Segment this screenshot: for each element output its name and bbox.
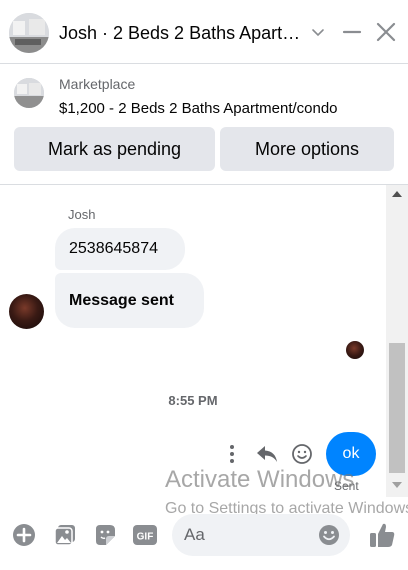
message-composer[interactable] [172, 514, 350, 556]
emoji-icon[interactable] [290, 441, 314, 467]
scroll-down-arrow[interactable] [392, 482, 402, 488]
scroll-up-arrow[interactable] [392, 191, 402, 197]
like-icon[interactable] [367, 520, 397, 550]
sender-name: Josh [68, 207, 96, 222]
more-options-button[interactable]: More options [220, 127, 394, 171]
message-input[interactable] [184, 514, 304, 556]
divider [0, 184, 408, 185]
scrollbar-thumb[interactable] [389, 343, 405, 473]
chat-header: Josh · 2 Beds 2 Baths Apartment/condo [0, 0, 408, 64]
gif-icon[interactable]: GIF [132, 522, 158, 548]
read-receipt-avatar [346, 341, 364, 359]
composer-emoji-icon[interactable] [318, 524, 340, 546]
mark-as-pending-button[interactable]: Mark as pending [14, 127, 215, 171]
minimize-icon[interactable] [340, 20, 364, 44]
incoming-message[interactable]: 2538645874 [55, 228, 185, 270]
svg-text:GIF: GIF [137, 532, 154, 543]
message-text: Message sent [69, 291, 174, 309]
activate-windows-watermark: Activate Windows [165, 466, 355, 493]
sticker-icon[interactable] [92, 522, 118, 548]
listing-thumbnail[interactable] [14, 78, 44, 108]
chevron-down-icon[interactable] [306, 20, 330, 44]
message-text: 2538645874 [69, 240, 158, 257]
message-timestamp: 8:55 PM [168, 393, 218, 408]
chat-title[interactable]: Josh · 2 Beds 2 Baths Apartment/condo [59, 22, 303, 44]
incoming-message[interactable]: Message sent [55, 273, 204, 328]
marketplace-label: Marketplace [59, 76, 136, 92]
plus-circle-icon[interactable] [11, 522, 37, 548]
close-icon[interactable] [374, 20, 398, 44]
message-text: ok [342, 445, 360, 462]
reply-icon[interactable] [255, 441, 279, 467]
sender-avatar[interactable] [9, 294, 44, 329]
listing-title[interactable]: $1,200 - 2 Beds 2 Baths Apartment/condo [59, 100, 338, 117]
listing-avatar[interactable] [9, 13, 49, 53]
more-vertical-icon[interactable] [222, 441, 242, 467]
image-icon[interactable] [52, 522, 78, 548]
